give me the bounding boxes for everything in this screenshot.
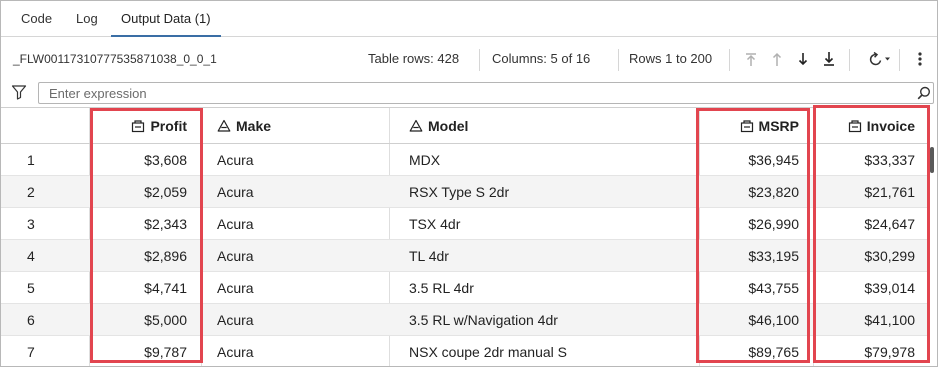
cell-invoice[interactable]: $33,337 xyxy=(813,144,929,175)
divider xyxy=(729,49,730,71)
column-header-label: Make xyxy=(236,118,272,134)
row-number: 3 xyxy=(27,216,35,232)
character-column-icon xyxy=(217,119,231,132)
cell-make[interactable]: Acura xyxy=(201,144,389,175)
cell-profit[interactable]: $5,000 xyxy=(89,304,201,335)
tab-output-data[interactable]: Output Data (1) xyxy=(111,1,221,37)
filter-bar xyxy=(1,79,937,107)
cell-profit[interactable]: $2,896 xyxy=(89,240,201,271)
cell-model[interactable]: TSX 4dr xyxy=(389,208,699,239)
cell-make[interactable]: Acura xyxy=(201,240,389,271)
cell-invoice[interactable]: $30,299 xyxy=(813,240,929,271)
data-table: Profit Make Model MSRP Invoice 1 $3,608 … xyxy=(1,107,929,366)
column-header-profit[interactable]: Profit xyxy=(89,108,201,143)
cell-msrp[interactable]: $43,755 xyxy=(699,272,813,303)
cell-invoice[interactable]: $41,100 xyxy=(813,304,929,335)
cell-invoice[interactable]: $39,014 xyxy=(813,272,929,303)
output-data-panel: Code Log Output Data (1) _FLW00117310777… xyxy=(0,0,938,367)
row-number: 2 xyxy=(27,184,35,200)
row-number: 7 xyxy=(27,344,35,360)
table-row[interactable]: 1 $3,608 Acura MDX $36,945 $33,337 xyxy=(1,144,929,176)
vertical-scrollbar-thumb[interactable] xyxy=(930,147,934,173)
first-page-icon[interactable] xyxy=(743,49,759,69)
row-number: 4 xyxy=(27,248,35,264)
cell-model[interactable]: TL 4dr xyxy=(389,240,699,271)
column-header-make[interactable]: Make xyxy=(201,108,389,143)
cell-msrp[interactable]: $36,945 xyxy=(699,144,813,175)
table-row[interactable]: 6 $5,000 Acura 3.5 RL w/Navigation 4dr $… xyxy=(1,304,929,336)
cell-make[interactable]: Acura xyxy=(201,208,389,239)
tab-code[interactable]: Code xyxy=(11,1,62,37)
column-header-invoice[interactable]: Invoice xyxy=(813,108,929,143)
table-toolbar: _FLW00117310777535871038_0_0_1 Table row… xyxy=(1,37,937,79)
table-row[interactable]: 2 $2,059 Acura RSX Type S 2dr $23,820 $2… xyxy=(1,176,929,208)
search-icon[interactable] xyxy=(917,86,931,100)
numeric-column-icon xyxy=(740,120,753,133)
row-number: 5 xyxy=(27,280,35,296)
table-row[interactable]: 4 $2,896 Acura TL 4dr $33,195 $30,299 xyxy=(1,240,929,272)
cell-invoice[interactable]: $24,647 xyxy=(813,208,929,239)
last-page-icon[interactable] xyxy=(821,49,837,69)
refresh-icon[interactable] xyxy=(865,49,893,69)
tab-log[interactable]: Log xyxy=(66,1,108,37)
rows-range: Rows 1 to 200 xyxy=(629,51,713,66)
divider xyxy=(849,49,850,71)
divider xyxy=(479,49,480,71)
numeric-column-icon xyxy=(132,120,145,133)
cell-profit[interactable]: $3,608 xyxy=(89,144,201,175)
cell-model[interactable]: RSX Type S 2dr xyxy=(389,176,699,207)
cell-msrp[interactable]: $23,820 xyxy=(699,176,813,207)
divider xyxy=(618,49,619,71)
filter-icon[interactable] xyxy=(11,84,27,100)
cell-model[interactable]: MDX xyxy=(389,144,699,175)
expression-input[interactable] xyxy=(38,82,934,104)
cell-invoice[interactable]: $21,761 xyxy=(813,176,929,207)
more-options-icon[interactable] xyxy=(911,49,929,69)
cell-make[interactable]: Acura xyxy=(201,336,389,366)
cell-profit[interactable]: $4,741 xyxy=(89,272,201,303)
cell-msrp[interactable]: $89,765 xyxy=(699,336,813,366)
table-row[interactable]: 3 $2,343 Acura TSX 4dr $26,990 $24,647 xyxy=(1,208,929,240)
cell-make[interactable]: Acura xyxy=(201,304,389,335)
row-number: 6 xyxy=(27,312,35,328)
numeric-column-icon xyxy=(848,120,861,133)
tab-bar: Code Log Output Data (1) xyxy=(1,1,937,37)
character-column-icon xyxy=(409,119,423,132)
row-number: 1 xyxy=(27,152,35,168)
cell-make[interactable]: Acura xyxy=(201,272,389,303)
table-row[interactable]: 5 $4,741 Acura 3.5 RL 4dr $43,755 $39,01… xyxy=(1,272,929,304)
dataset-name: _FLW00117310777535871038_0_0_1 xyxy=(13,52,217,66)
cell-msrp[interactable]: $26,990 xyxy=(699,208,813,239)
columns-count[interactable]: Columns: 5 of 16 xyxy=(492,37,590,81)
cell-profit[interactable]: $2,343 xyxy=(89,208,201,239)
column-header-label: Invoice xyxy=(866,118,915,134)
table-row[interactable]: 7 $9,787 Acura NSX coupe 2dr manual S $8… xyxy=(1,336,929,366)
divider xyxy=(899,49,900,71)
cell-msrp[interactable]: $33,195 xyxy=(699,240,813,271)
table-header-row: Profit Make Model MSRP Invoice xyxy=(1,108,929,144)
previous-page-icon[interactable] xyxy=(769,49,785,69)
cell-profit[interactable]: $9,787 xyxy=(89,336,201,366)
cell-model[interactable]: 3.5 RL w/Navigation 4dr xyxy=(389,304,699,335)
cell-make[interactable]: Acura xyxy=(201,176,389,207)
cell-model[interactable]: 3.5 RL 4dr xyxy=(389,272,699,303)
cell-msrp[interactable]: $46,100 xyxy=(699,304,813,335)
table-rows-count: Table rows: 428 xyxy=(368,51,460,66)
column-header-label: Profit xyxy=(150,118,187,134)
column-header-model[interactable]: Model xyxy=(389,108,699,143)
cell-profit[interactable]: $2,059 xyxy=(89,176,201,207)
column-header-msrp[interactable]: MSRP xyxy=(699,108,813,143)
cell-model[interactable]: NSX coupe 2dr manual S xyxy=(389,336,699,366)
column-header-label: Model xyxy=(428,118,469,134)
next-page-icon[interactable] xyxy=(795,49,811,69)
column-header-label: MSRP xyxy=(758,118,799,134)
cell-invoice[interactable]: $79,978 xyxy=(813,336,929,366)
